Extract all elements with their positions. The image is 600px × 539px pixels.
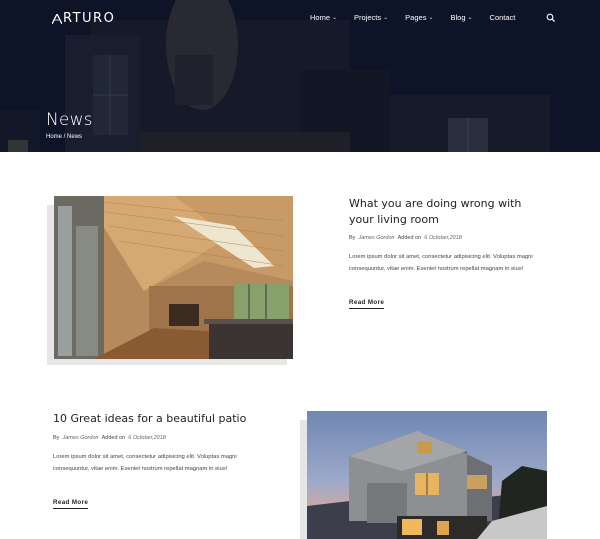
nav-item-label: Pages bbox=[405, 13, 427, 22]
living-room-photo bbox=[54, 196, 293, 359]
meta-author[interactable]: James Gordon bbox=[62, 435, 98, 441]
post-image-living-room[interactable] bbox=[54, 196, 293, 359]
chevron-down-icon: ⌄ bbox=[383, 15, 389, 21]
nav-item-projects[interactable]: Projects ⌄ bbox=[354, 13, 388, 22]
nav-item-blog[interactable]: Blog ⌄ bbox=[450, 13, 472, 22]
post-excerpt: Lorem ipsum dolor sit amet, consectetur … bbox=[53, 454, 237, 472]
post-image-patio[interactable] bbox=[307, 411, 547, 539]
search-icon[interactable] bbox=[546, 13, 556, 23]
read-more-link[interactable]: Read More bbox=[53, 499, 89, 509]
meta-author[interactable]: James Gordon bbox=[358, 235, 394, 241]
nav-item-label: Blog bbox=[450, 13, 466, 22]
nav-item-label: Projects bbox=[354, 13, 382, 22]
chevron-down-icon: ⌄ bbox=[428, 15, 434, 21]
meta-date: 6 October,2018 bbox=[424, 235, 462, 241]
logo-text: RTURO bbox=[63, 11, 116, 26]
read-more-link[interactable]: Read More bbox=[349, 299, 385, 309]
meta-by-label: By bbox=[349, 235, 356, 241]
meta-added-label: Added on bbox=[101, 435, 126, 441]
patio-house-photo bbox=[307, 411, 547, 539]
nav-item-label: Contact bbox=[489, 13, 516, 22]
post-meta: By James Gordon Added on 6 October,2018 bbox=[53, 435, 166, 441]
main-nav: Home ⌄ Projects ⌄ Pages ⌄ Blog ⌄ Contact bbox=[310, 13, 532, 22]
page-title: News bbox=[46, 110, 93, 130]
nav-item-pages[interactable]: Pages ⌄ bbox=[405, 13, 433, 22]
chevron-down-icon: ⌄ bbox=[467, 15, 473, 21]
post-title[interactable]: 10 Great ideas for a beautiful patio bbox=[53, 411, 273, 427]
breadcrumb-current: News bbox=[67, 134, 83, 140]
post-title[interactable]: What you are doing wrong with your livin… bbox=[349, 196, 549, 228]
post-excerpt: Lorem ipsum dolor sit amet, consectetur … bbox=[349, 254, 533, 272]
logo-mark-icon bbox=[52, 13, 62, 24]
breadcrumb-home-link[interactable]: Home bbox=[46, 134, 62, 140]
meta-by-label: By bbox=[53, 435, 60, 441]
meta-date: 6 October,2018 bbox=[128, 435, 166, 441]
brand-logo[interactable]: RTURO bbox=[52, 11, 115, 26]
nav-item-home[interactable]: Home ⌄ bbox=[310, 13, 337, 22]
nav-item-label: Home bbox=[310, 13, 331, 22]
post-meta: By James Gordon Added on 6 October,2018 bbox=[349, 235, 462, 241]
breadcrumb: Home / News bbox=[46, 134, 82, 140]
nav-item-contact[interactable]: Contact bbox=[490, 13, 516, 22]
meta-added-label: Added on bbox=[397, 235, 422, 241]
chevron-down-icon: ⌄ bbox=[332, 15, 338, 21]
page-hero: RTURO Home ⌄ Projects ⌄ Pages ⌄ Blog ⌄ C… bbox=[0, 0, 600, 152]
